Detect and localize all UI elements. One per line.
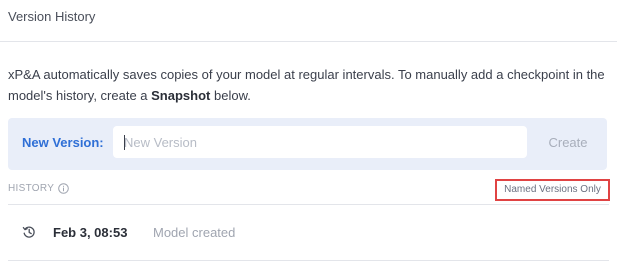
description-snapshot-emphasis: Snapshot [151, 88, 211, 103]
history-icon [22, 225, 36, 239]
text-cursor [124, 135, 125, 150]
description-text: xP&A automatically saves copies of your … [8, 64, 608, 106]
history-section-label: HISTORY [8, 183, 69, 194]
info-icon[interactable] [58, 183, 69, 194]
new-version-panel: New Version: Create [8, 118, 607, 170]
history-item[interactable]: Feb 3, 08:53 Model created [8, 205, 609, 260]
panel-title: Version History [8, 9, 96, 24]
history-item-date: Feb 3, 08:53 [53, 225, 128, 240]
description-intro: xP&A automatically saves copies of your … [8, 67, 605, 103]
history-label-text: HISTORY [8, 183, 55, 194]
description-outro: below. [210, 88, 251, 103]
new-version-label: New Version: [22, 135, 104, 150]
named-versions-only-toggle[interactable]: Named Versions Only [495, 179, 610, 201]
history-bottom-divider [8, 260, 609, 261]
create-button[interactable]: Create [538, 126, 598, 158]
new-version-input[interactable] [113, 126, 527, 158]
history-item-note: Model created [153, 225, 236, 240]
panel-header: Version History [0, 0, 617, 42]
